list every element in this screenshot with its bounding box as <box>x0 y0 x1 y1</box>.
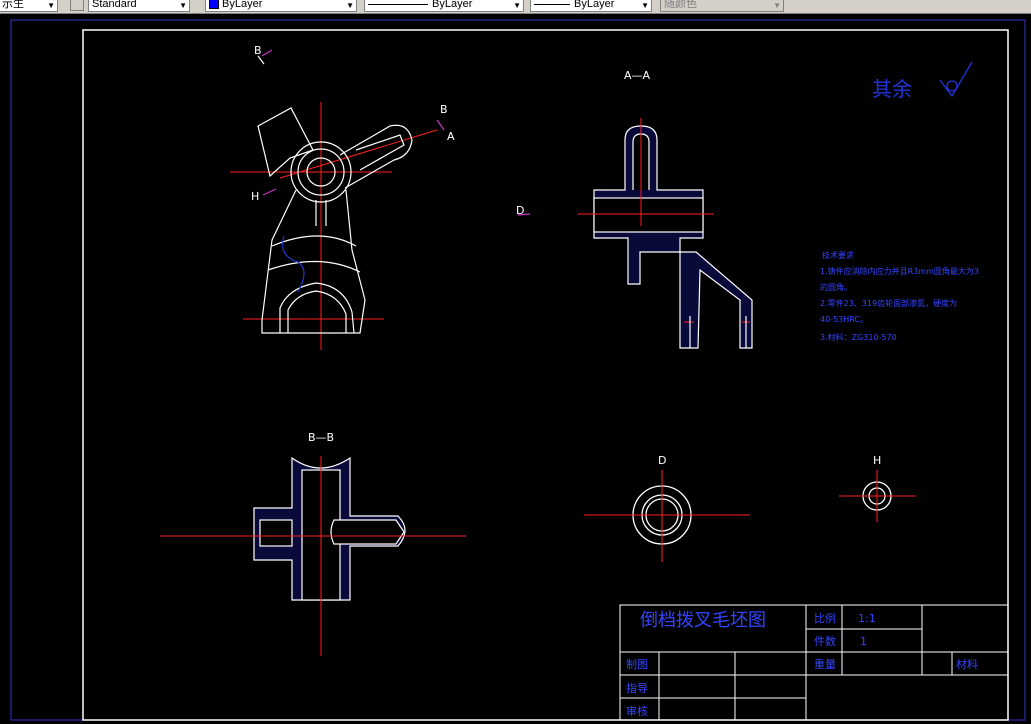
mark-b-top: B <box>254 44 262 57</box>
linetype-dropdown[interactable]: ByLayer ▼ <box>364 0 524 12</box>
text-style-dropdown[interactable]: Standard ▼ <box>88 0 190 12</box>
lineweight-dropdown[interactable]: ByLayer ▼ <box>530 0 652 12</box>
plotstyle-dropdown[interactable]: 随颜色 ▼ <box>660 0 784 12</box>
drawing-canvas[interactable]: B B A H D A—A B—B D H 其余 技术要求 1.铸件应消除内应力… <box>0 14 1031 724</box>
section-label-aa: A—A <box>624 69 651 82</box>
chevron-down-icon: ▼ <box>179 1 187 10</box>
mark-b-right: B <box>440 103 448 116</box>
mark-d: D <box>516 204 524 217</box>
properties-toolbar: 示生 ▼ Standard ▼ ByLayer ▼ ByLayer ▼ ByLa… <box>0 0 1031 14</box>
drawn-label: 制图 <box>626 658 648 671</box>
chevron-down-icon: ▼ <box>773 1 781 10</box>
linetype-sample <box>368 3 428 5</box>
layer-dropdown[interactable]: 示生 ▼ <box>0 0 58 12</box>
roughness-label: 其余 <box>872 77 912 101</box>
text-style-icon[interactable] <box>70 0 84 11</box>
title-block-title: 倒档拨叉毛坯图 <box>640 610 766 631</box>
chevron-down-icon: ▼ <box>513 1 521 10</box>
lineweight-sample <box>534 3 570 5</box>
review-label: 审核 <box>626 704 648 718</box>
mark-h: H <box>251 190 259 203</box>
qty-label: 件数 <box>814 635 836 648</box>
color-value: ByLayer <box>222 0 263 10</box>
section-label-bb: B—B <box>308 431 334 444</box>
lineweight-value: ByLayer <box>574 0 615 10</box>
chevron-down-icon: ▼ <box>47 1 55 10</box>
notes-line-3: 2.零件23、319齿轮面部渗氮，硬度为 <box>820 298 957 308</box>
guide-label: 指导 <box>626 681 648 695</box>
notes-line-4: 40-53HRC。 <box>820 315 868 324</box>
layer-value: 示生 <box>2 0 24 10</box>
chevron-down-icon: ▼ <box>346 1 354 10</box>
plotstyle-value: 随颜色 <box>664 0 697 10</box>
view-label-h: H <box>873 454 881 467</box>
qty-value: 1 <box>860 635 867 648</box>
notes-heading: 技术要求 <box>822 250 854 260</box>
color-dropdown[interactable]: ByLayer ▼ <box>205 0 357 12</box>
linetype-value: ByLayer <box>432 0 473 10</box>
notes-line-5: 3.材料：ZG310-570 <box>820 332 897 342</box>
notes-line-1: 1.铸件应消除内应力并且R3mm圆角最大为3 <box>820 266 979 276</box>
notes-line-2: 的圆角。 <box>820 282 852 292</box>
text-style-value: Standard <box>92 0 137 10</box>
weight-label: 重量 <box>814 657 836 671</box>
color-swatch <box>209 0 219 10</box>
mark-a: A <box>447 130 455 143</box>
material-label: 材料 <box>956 657 978 671</box>
scale-value: 1:1 <box>858 612 876 625</box>
view-label-d: D <box>658 454 666 467</box>
scale-label: 比例 <box>814 611 836 625</box>
chevron-down-icon: ▼ <box>641 1 649 10</box>
